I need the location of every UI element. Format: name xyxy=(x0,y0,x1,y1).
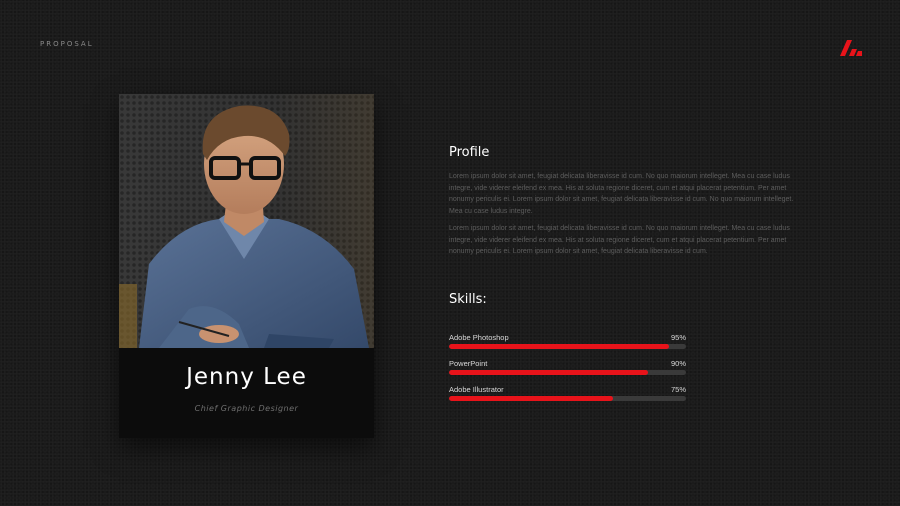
profile-paragraph: Lorem ipsum dolor sit amet, feugiat deli… xyxy=(449,173,794,216)
skill-percent: 90% xyxy=(670,359,686,368)
skill-row: PowerPoint 90% xyxy=(449,359,686,381)
skill-name: Adobe Photoshop xyxy=(449,333,509,342)
skill-bar-fill xyxy=(449,370,649,375)
skill-bar-track xyxy=(449,396,686,401)
person-name: Jenny Lee xyxy=(186,364,307,390)
skill-row: Adobe Photoshop 95% xyxy=(449,333,686,355)
header-label: PROPOSAL xyxy=(40,40,94,48)
profile-card: Jenny Lee Chief Graphic Designer xyxy=(119,94,374,438)
skill-percent: 95% xyxy=(670,333,686,342)
profile-heading: Profile xyxy=(449,145,490,160)
skill-name: PowerPoint xyxy=(449,359,488,368)
skill-row: Adobe Illustrator 75% xyxy=(449,385,686,407)
skill-name: Adobe Illustrator xyxy=(449,385,504,394)
skill-bar-fill xyxy=(449,344,670,349)
skill-bar-fill xyxy=(449,396,613,401)
profile-paragraph: Lorem ipsum dolor sit amet, feugiat deli… xyxy=(449,225,790,256)
person-role: Chief Graphic Designer xyxy=(194,404,299,413)
person-photo xyxy=(119,94,374,348)
skills-heading: Skills: xyxy=(449,292,487,307)
skill-bar-track xyxy=(449,370,686,375)
skill-bar-track xyxy=(449,344,686,349)
skill-percent: 75% xyxy=(670,385,686,394)
red-slash-logo-icon xyxy=(840,40,862,56)
